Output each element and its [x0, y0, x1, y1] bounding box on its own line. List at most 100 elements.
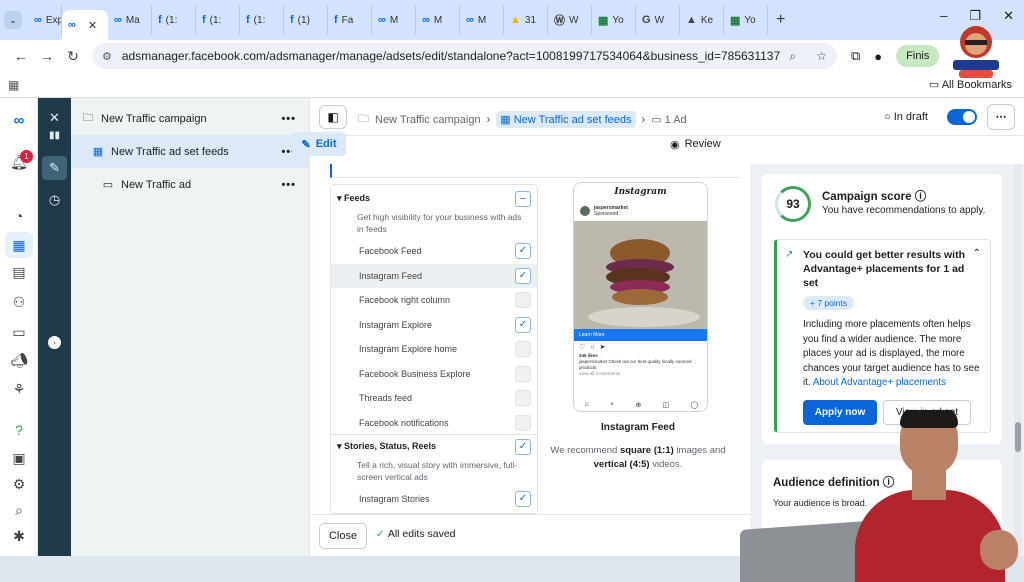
browser-tab[interactable]: ▲ Ke: [680, 5, 724, 35]
news-icon[interactable]: ▣: [0, 450, 38, 467]
info-icon[interactable]: ⓘ: [915, 191, 927, 203]
stories-checkbox[interactable]: ✓: [515, 439, 531, 455]
tab-label: (1:: [209, 14, 222, 26]
close-button[interactable]: Close: [319, 523, 367, 549]
url-text[interactable]: adsmanager.facebook.com/adsmanager/manag…: [122, 49, 780, 63]
search-icon[interactable]: ⌕: [0, 502, 38, 519]
placement-row[interactable]: Facebook notifications: [331, 411, 537, 435]
comments-link: View all 4 comments: [579, 371, 621, 376]
billing-card-icon[interactable]: ▭: [0, 324, 38, 341]
placement-row[interactable]: Instagram Stories ✓: [331, 487, 537, 511]
feeds-header[interactable]: ▾ Feeds: [331, 193, 537, 204]
tab-label: W: [654, 14, 665, 26]
browser-tab[interactable]: ▦ Yo: [592, 5, 636, 35]
browser-tab[interactable]: ∞ M: [460, 5, 504, 35]
dashboard-gauge-icon[interactable]: ◔: [0, 208, 38, 224]
browser-tab[interactable]: ▦ Yo: [724, 5, 768, 35]
browser-tab[interactable]: f (1:: [196, 5, 240, 35]
help-icon[interactable]: ?: [0, 422, 38, 438]
browser-tab[interactable]: f Fa: [328, 5, 372, 35]
more-icon[interactable]: •••: [281, 113, 296, 125]
browser-tab[interactable]: ∞ ✕: [62, 10, 108, 40]
placement-row[interactable]: Threads feed: [331, 386, 537, 410]
draft-circle-icon: ○: [884, 111, 894, 123]
browser-tab[interactable]: f (1:: [240, 5, 284, 35]
pencil-icon[interactable]: ✎: [38, 160, 71, 176]
more-icon[interactable]: •••: [281, 179, 296, 191]
edit-tab[interactable]: ✎ Edit: [292, 132, 346, 156]
bug-report-icon[interactable]: ✱: [0, 528, 38, 545]
stories-header[interactable]: ▾ Stories, Status, Reels: [331, 441, 537, 452]
placement-label: Instagram Explore home: [359, 344, 458, 354]
placement-checkbox[interactable]: [515, 292, 531, 308]
panel-toggle-button[interactable]: ◧: [319, 105, 347, 129]
placement-row[interactable]: Instagram Explore ✓: [331, 313, 537, 337]
events-network-icon[interactable]: ⚘: [0, 381, 38, 398]
pages-icon[interactable]: ▤: [0, 264, 38, 281]
placement-row[interactable]: Facebook Feed ✓: [331, 239, 537, 263]
crumb-ad[interactable]: ▭ 1 Ad: [651, 113, 686, 126]
placement-checkbox[interactable]: ✓: [515, 491, 531, 507]
close-tab-icon[interactable]: ✕: [88, 19, 97, 32]
browser-tab[interactable]: f (1): [284, 5, 328, 35]
browser-tab[interactable]: f (1:: [152, 5, 196, 35]
folder-icon: ▭: [928, 79, 942, 91]
browser-tab[interactable]: ▲ 31: [504, 5, 548, 35]
instagram-header: Instagram: [614, 187, 667, 197]
review-tab[interactable]: ◉ Review: [670, 132, 721, 156]
feeds-collapse-checkbox[interactable]: –: [515, 191, 531, 207]
expand-chevron-icon[interactable]: ›: [48, 336, 61, 349]
placement-row[interactable]: Facebook Business Explore: [331, 362, 537, 386]
placement-checkbox[interactable]: [515, 414, 531, 431]
site-info-icon[interactable]: ⚙: [102, 50, 112, 63]
browser-tab[interactable]: GW: [636, 5, 680, 35]
publish-toggle[interactable]: [947, 109, 977, 125]
browser-tab[interactable]: ∞ M: [372, 5, 416, 35]
tree-campaign[interactable]: 🗀︎ New Traffic campaign •••: [71, 102, 310, 135]
megaphone-icon[interactable]: 📣︎: [0, 352, 38, 369]
tree-ad[interactable]: ▭ New Traffic ad •••: [71, 168, 310, 201]
profile-avatar[interactable]: ●: [874, 49, 882, 64]
placement-checkbox[interactable]: ✓: [515, 267, 531, 284]
bookmark-star-icon[interactable]: ☆: [816, 49, 827, 63]
tree-adset[interactable]: ▦ New Traffic ad set feeds •••: [71, 135, 310, 168]
placement-row[interactable]: Instagram Feed ✓: [331, 263, 537, 288]
campaigns-table-icon[interactable]: ▦: [5, 232, 33, 258]
chevron-up-icon[interactable]: ⌃: [973, 248, 981, 259]
settings-gear-icon[interactable]: ⚙: [0, 476, 38, 493]
advantage-placements-link[interactable]: About Advantage+ placements: [813, 377, 946, 388]
new-tab-button[interactable]: +: [776, 11, 785, 29]
browser-tab[interactable]: ∞ M: [416, 5, 460, 35]
extensions-icon[interactable]: ⧉: [851, 48, 860, 64]
placement-checkbox[interactable]: ✓: [515, 316, 531, 333]
placement-row[interactable]: Facebook right column: [331, 288, 537, 312]
finish-update-button[interactable]: Finis: [896, 45, 940, 67]
tab-label: Fa: [341, 14, 354, 26]
zoom-icon[interactable]: ⌕: [790, 49, 797, 64]
browser-tab[interactable]: ∞ Exp: [28, 5, 62, 35]
reload-button[interactable]: ↻: [60, 48, 86, 65]
history-clock-icon[interactable]: ◷: [38, 192, 71, 208]
placement-checkbox[interactable]: ✓: [515, 243, 531, 259]
more-options-button[interactable]: ⋯: [987, 104, 1015, 130]
crumb-campaign[interactable]: New Traffic campaign: [375, 114, 481, 126]
apps-grid-icon[interactable]: ▦: [8, 78, 19, 92]
share-icon: ➤: [599, 344, 606, 351]
browser-tab[interactable]: Ⓦ W: [548, 5, 592, 35]
meta-icon: ∞: [378, 14, 386, 26]
close-icon[interactable]: ✕: [38, 110, 71, 126]
back-button[interactable]: ←: [8, 48, 34, 64]
audiences-icon[interactable]: ⚇: [0, 294, 38, 311]
crumb-adset[interactable]: ▦ New Traffic ad set feeds: [496, 111, 636, 128]
placement-checkbox[interactable]: [515, 341, 531, 357]
meta-logo-icon[interactable]: ∞: [0, 112, 38, 129]
placement-row[interactable]: Instagram Explore home: [331, 337, 537, 361]
placement-checkbox[interactable]: [515, 365, 531, 382]
placement-checkbox[interactable]: [515, 390, 531, 406]
tab-search-button[interactable]: ⌄: [4, 11, 22, 29]
chart-icon[interactable]: ▮▮: [38, 130, 71, 141]
notifications-bell[interactable]: 🔔︎ 1: [0, 150, 38, 171]
forward-button[interactable]: →: [34, 48, 60, 64]
url-omnibox[interactable]: ⚙ adsmanager.facebook.com/adsmanager/man…: [92, 43, 837, 69]
browser-tab[interactable]: ∞ Ma: [108, 5, 152, 35]
